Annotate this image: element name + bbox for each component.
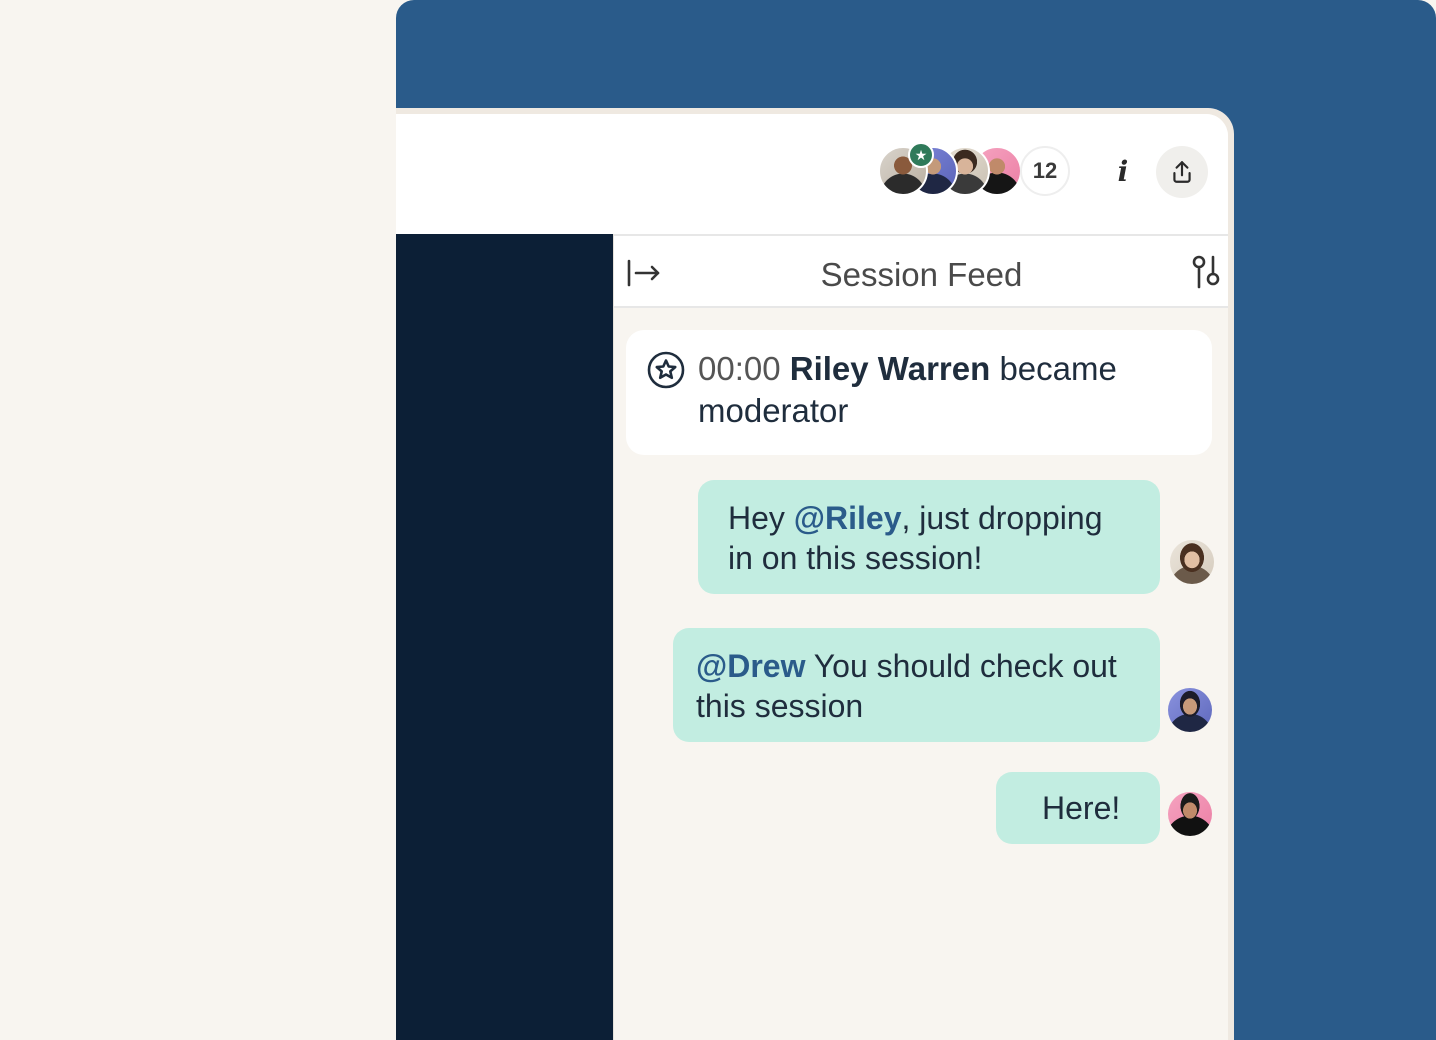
feed-header: Session Feed [614,234,1228,308]
chat-message-bubble: @Drew You should check out this session [673,628,1160,742]
info-icon: i [1117,154,1129,188]
moderator-star-icon: ★ [908,142,934,168]
info-button[interactable]: i [1098,146,1148,196]
user-avatar[interactable] [1170,540,1214,584]
sliders-icon [1192,255,1220,289]
user-avatar[interactable] [1168,792,1212,836]
main-stage-area [396,234,613,1040]
message-text: Here! [1042,790,1121,826]
user-avatar[interactable] [1168,688,1212,732]
share-button[interactable] [1156,146,1208,198]
chat-message-bubble: Hey @Riley, just dropping in on this ses… [698,480,1160,594]
feed-title: Session Feed [820,256,1023,293]
participant-count-badge[interactable]: 12 [1020,146,1070,196]
event-text: 00:00 Riley Warren became moderator [698,348,1198,432]
mention-link[interactable]: @Riley [794,500,902,536]
message-prefix: Hey [728,500,794,536]
mention-link[interactable]: @Drew [696,648,805,684]
chat-message-bubble: Here! [996,772,1160,844]
star-circle-icon [647,351,685,389]
moderator-event-card: 00:00 Riley Warren became moderator [626,330,1212,455]
app-window: ★ 12 i Session Feed 00:00 Riley Warren b… [396,108,1234,1040]
participant-avatar-stack[interactable]: ★ 12 [878,142,1078,196]
filter-settings-button[interactable] [1189,254,1225,290]
event-user-name: Riley Warren [789,350,991,387]
app-content: ★ 12 i Session Feed 00:00 Riley Warren b… [396,114,1228,1040]
event-time: 00:00 [698,350,781,387]
session-feed-panel: Session Feed 00:00 Riley Warren became m… [613,234,1228,1040]
share-icon [1173,161,1191,183]
top-bar: ★ 12 i [396,114,1228,234]
